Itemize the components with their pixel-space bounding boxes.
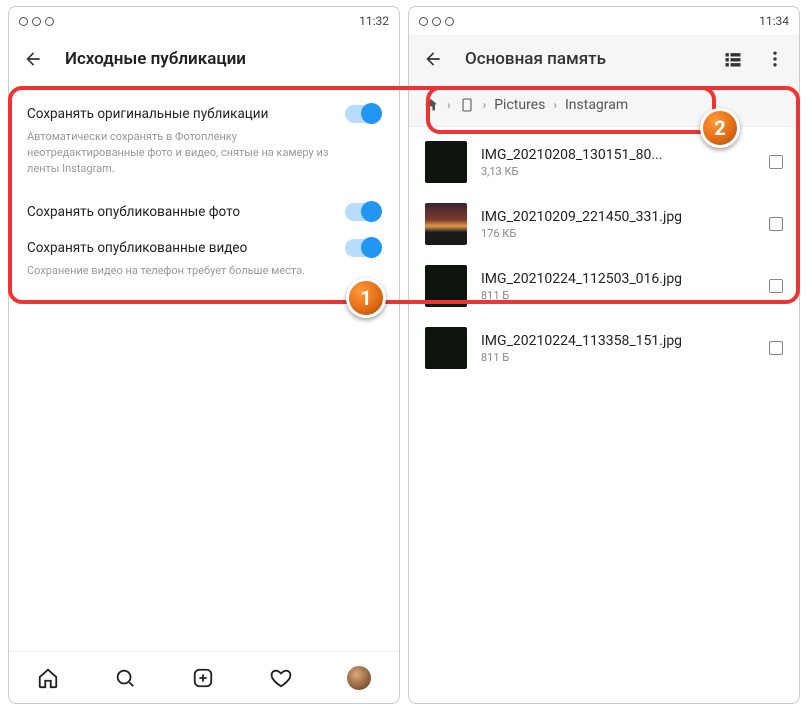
file-size: 3,13 КБ (481, 165, 755, 178)
chevron-right-icon: › (447, 98, 451, 112)
thumbnail (425, 327, 467, 369)
step-badge: 2 (700, 108, 740, 148)
heart-icon[interactable] (270, 667, 292, 689)
breadcrumb-item[interactable]: Pictures (494, 97, 545, 113)
settings-list: Сохранять оригинальные публикации Автома… (9, 83, 399, 293)
checkbox[interactable] (769, 341, 783, 355)
app-bar: Основная память (409, 35, 799, 83)
checkbox[interactable] (769, 279, 783, 293)
toggle-on[interactable] (345, 239, 381, 257)
checkbox[interactable] (769, 155, 783, 169)
file-name: IMG_20210224_113358_151.jpg (481, 333, 755, 349)
checkbox[interactable] (769, 217, 783, 231)
status-bar: 11:32 (9, 7, 399, 35)
file-row[interactable]: IMG_20210209_221450_331.jpg 176 КБ (409, 193, 799, 255)
search-icon[interactable] (114, 667, 136, 689)
back-arrow-icon[interactable] (23, 49, 43, 69)
app-bar: Исходные публикации (9, 35, 399, 83)
setting-label: Сохранять опубликованные видео (27, 240, 247, 256)
setting-save-photos[interactable]: Сохранять опубликованные фото (27, 191, 381, 227)
thumbnail (425, 203, 467, 245)
status-time: 11:32 (359, 14, 389, 28)
file-size: 811 Б (481, 351, 755, 364)
file-row[interactable]: IMG_20210224_112503_016.jpg 811 Б (409, 255, 799, 317)
setting-description: Автоматически сохранять в Фотопленку нео… (27, 129, 347, 191)
status-indicators (19, 17, 54, 26)
bottom-nav (9, 651, 399, 703)
status-time: 11:34 (759, 14, 789, 28)
back-arrow-icon[interactable] (423, 49, 443, 69)
add-post-icon[interactable] (192, 667, 214, 689)
setting-label: Сохранять опубликованные фото (27, 204, 240, 220)
toggle-on[interactable] (345, 203, 381, 221)
file-size: 176 КБ (481, 227, 755, 240)
file-row[interactable]: IMG_20210224_113358_151.jpg 811 Б (409, 317, 799, 379)
status-bar: 11:34 (409, 7, 799, 35)
file-name: IMG_20210209_221450_331.jpg (481, 209, 755, 225)
setting-save-videos[interactable]: Сохранять опубликованные видео (27, 227, 381, 263)
file-size: 811 Б (481, 289, 755, 302)
step-badge: 1 (346, 278, 386, 318)
home-icon[interactable] (37, 667, 59, 689)
view-list-icon[interactable] (723, 49, 743, 69)
breadcrumb-item[interactable]: Instagram (565, 97, 628, 113)
file-name: IMG_20210224_112503_016.jpg (481, 271, 755, 287)
storage-icon[interactable] (459, 97, 475, 113)
more-vert-icon[interactable] (765, 49, 785, 69)
setting-save-original[interactable]: Сохранять оригинальные публикации (27, 93, 381, 129)
breadcrumb: › › Pictures › Instagram (409, 83, 799, 127)
page-title: Исходные публикации (65, 49, 246, 69)
file-row[interactable]: IMG_20210208_130151_80... 3,13 КБ (409, 131, 799, 193)
setting-description: Сохранение видео на телефон требует боль… (27, 263, 347, 293)
status-indicators (419, 17, 454, 26)
toggle-on[interactable] (345, 105, 381, 123)
profile-avatar[interactable] (347, 666, 371, 690)
instagram-settings-screen: 11:32 Исходные публикации Сохранять ориг… (8, 6, 400, 704)
chevron-right-icon: › (483, 98, 487, 112)
thumbnail (425, 141, 467, 183)
file-manager-screen: 11:34 Основная память › › Pictures › Ins… (408, 6, 800, 704)
setting-label: Сохранять оригинальные публикации (27, 106, 268, 122)
thumbnail (425, 265, 467, 307)
file-list: IMG_20210208_130151_80... 3,13 КБ IMG_20… (409, 127, 799, 383)
home-icon[interactable] (423, 97, 439, 113)
chevron-right-icon: › (553, 98, 557, 112)
file-name: IMG_20210208_130151_80... (481, 147, 755, 163)
page-title: Основная память (465, 49, 606, 69)
